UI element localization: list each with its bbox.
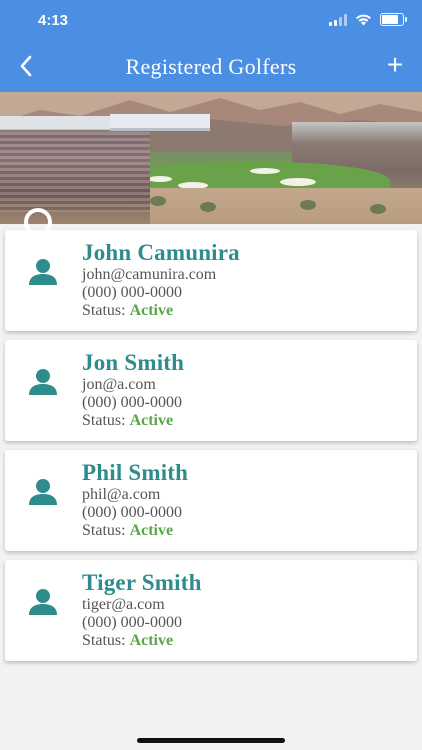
status-value: Active <box>129 522 174 539</box>
bunker <box>250 168 280 174</box>
golfer-email: jon@a.com <box>82 376 156 393</box>
golfer-status: Status: Active <box>82 632 202 650</box>
golfer-name: Phil Smith <box>82 460 189 485</box>
bush <box>150 196 166 206</box>
golfer-name: Tiger Smith <box>82 570 202 595</box>
golfer-details: John Camunira john@camunira.com (000) 00… <box>82 240 240 320</box>
bush <box>300 200 316 210</box>
status-label: Status: <box>82 412 126 429</box>
status-value: Active <box>129 632 174 649</box>
status-label: Status: <box>82 302 126 319</box>
page-title: Registered Golfers <box>125 54 297 79</box>
golfer-details: Phil Smith phil@a.com (000) 000-0000 Sta… <box>82 460 188 540</box>
person-icon <box>29 369 57 395</box>
golfer-status: Status: Active <box>82 412 184 430</box>
status-value: Active <box>129 302 174 319</box>
golfer-name: John Camunira <box>82 240 240 265</box>
golfer-email: john@camunira.com <box>82 266 217 283</box>
battery-icon <box>380 13 407 26</box>
golfer-card[interactable]: Tiger Smith tiger@a.com (000) 000-0000 S… <box>5 560 417 661</box>
golfer-status: Status: Active <box>82 522 188 540</box>
golfer-phone: (000) 000-0000 <box>82 504 182 521</box>
home-indicator[interactable] <box>137 738 285 743</box>
golfer-status: Status: Active <box>82 302 240 320</box>
bush <box>200 202 216 212</box>
add-golfer-button[interactable]: + <box>382 50 408 80</box>
golfer-name: Jon Smith <box>82 350 185 375</box>
bush <box>370 204 386 214</box>
pavilion <box>110 114 210 131</box>
status-label: Status: <box>82 522 126 539</box>
golfer-card[interactable]: Phil Smith phil@a.com (000) 000-0000 Sta… <box>5 450 417 551</box>
golfer-phone: (000) 000-0000 <box>82 284 182 301</box>
golfer-email: phil@a.com <box>82 486 161 503</box>
golfer-phone: (000) 000-0000 <box>82 394 182 411</box>
golfer-details: Tiger Smith tiger@a.com (000) 000-0000 S… <box>82 570 202 650</box>
cellular-signal-icon <box>329 13 347 26</box>
golfer-email: tiger@a.com <box>82 596 165 613</box>
person-icon <box>29 479 57 505</box>
grandstand-crowd <box>0 132 150 212</box>
clock: 4:13 <box>38 12 69 29</box>
bunker <box>280 178 316 186</box>
person-icon <box>29 589 57 615</box>
golfer-card[interactable]: John Camunira john@camunira.com (000) 00… <box>5 230 417 331</box>
bunker <box>148 176 172 182</box>
golfer-phone: (000) 000-0000 <box>82 614 182 631</box>
wifi-icon <box>356 14 371 25</box>
golfer-card[interactable]: Jon Smith jon@a.com (000) 000-0000 Statu… <box>5 340 417 441</box>
status-label: Status: <box>82 632 126 649</box>
person-icon <box>29 259 57 285</box>
golfer-details: Jon Smith jon@a.com (000) 000-0000 Statu… <box>82 350 184 430</box>
status-value: Active <box>129 412 174 429</box>
golf-course-banner-image <box>0 92 422 224</box>
status-bar: 4:13 <box>0 0 422 40</box>
app-header: 4:13 Registered Golfers + <box>0 0 422 92</box>
status-icons <box>329 13 407 26</box>
